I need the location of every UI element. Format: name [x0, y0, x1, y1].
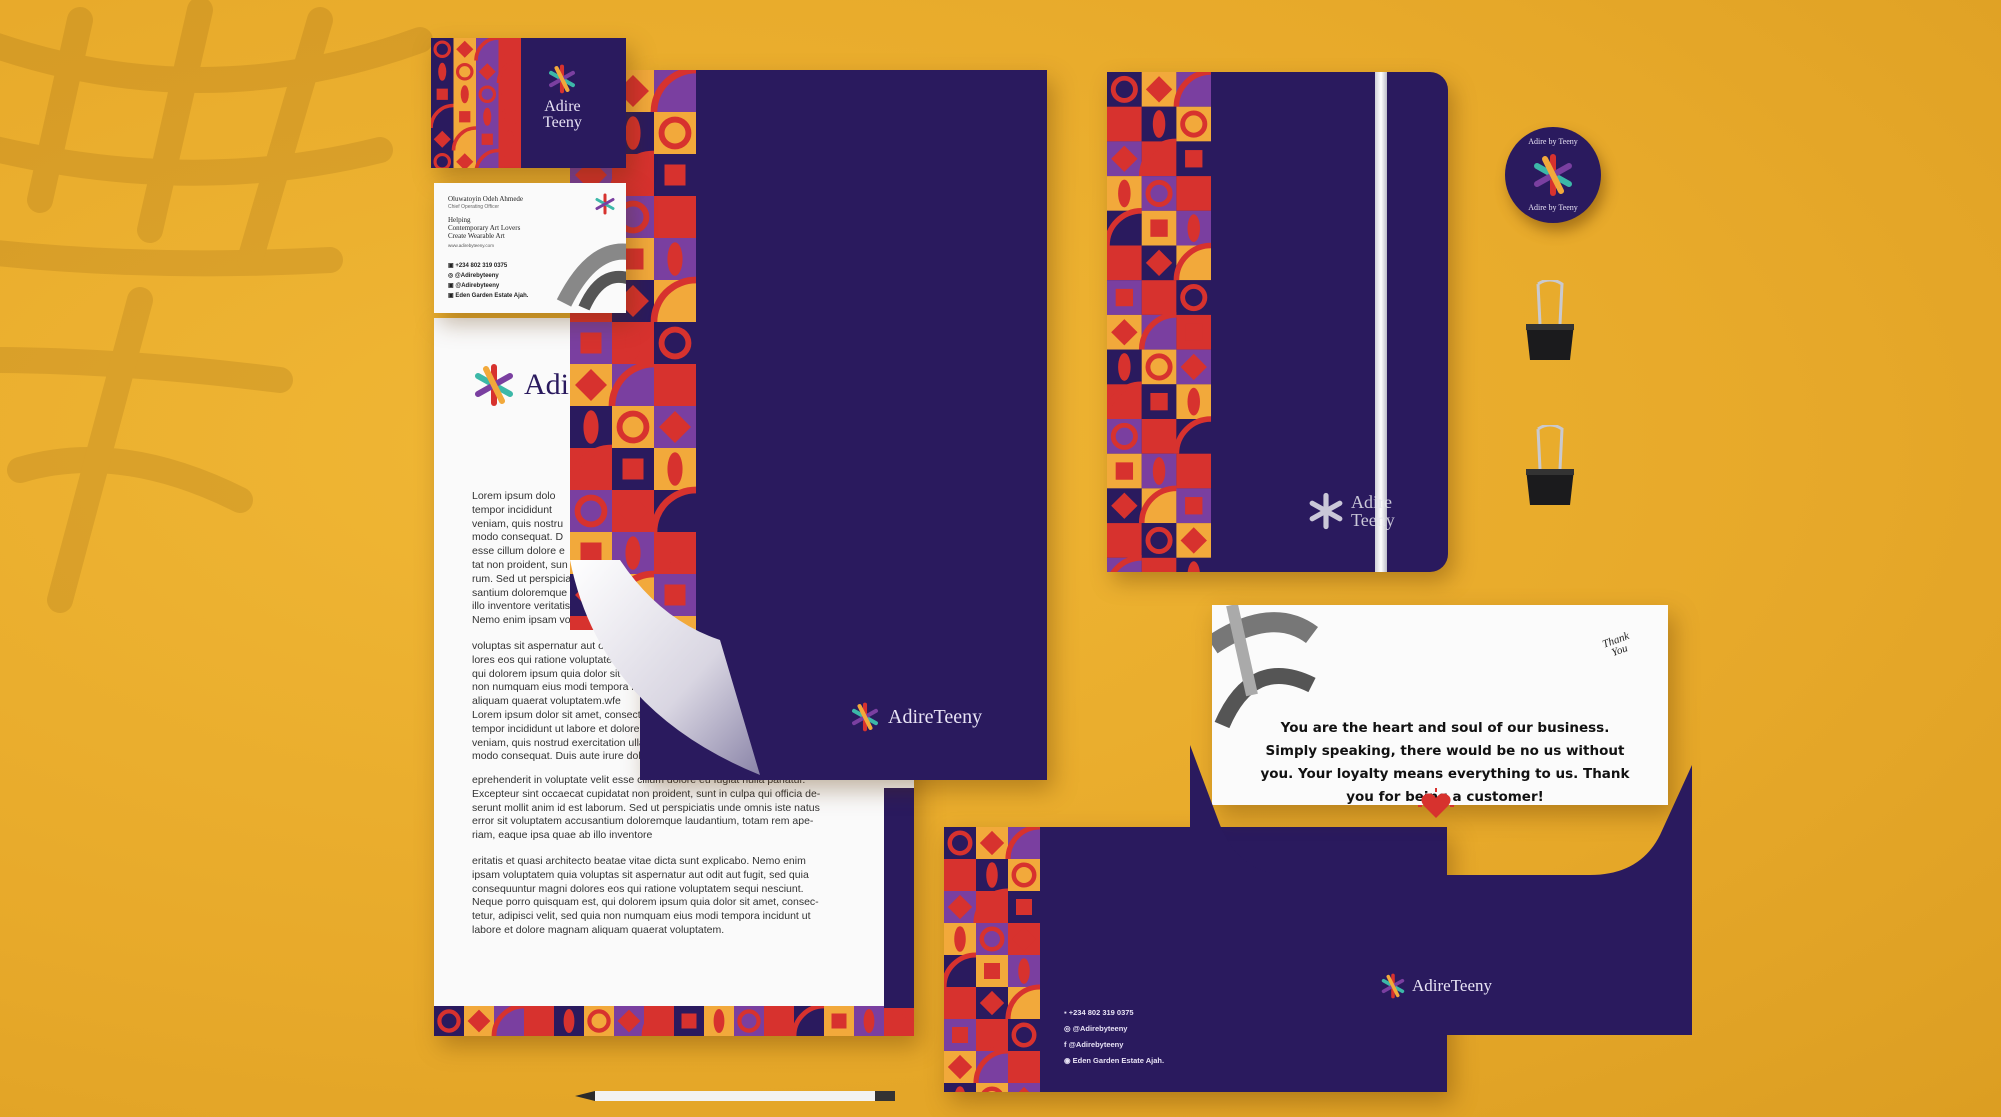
brand-star-icon [475, 364, 513, 406]
card-logo-line1: Adire [544, 98, 581, 115]
card-pattern [431, 38, 521, 168]
location-icon: ◉ [1064, 1056, 1073, 1065]
ribbon-graphic [1212, 605, 1318, 729]
card-address-text: Eden Garden Estate Ajah. [455, 293, 529, 299]
envelope-address: ◉ Eden Garden Estate Ajah. [1064, 1053, 1164, 1069]
star-icon [1309, 492, 1343, 530]
card-phone: ▣ +234 802 319 0375 [448, 261, 528, 271]
notebook-logo: Adire Teeny [1307, 492, 1395, 530]
card-contact-list: ▣ +234 802 319 0375 ◎ @Adirebyteeny ▣ @A… [448, 261, 528, 301]
card-phone-text: +234 802 319 0375 [455, 263, 508, 269]
folder-logo-text: AdireTeeny [888, 705, 983, 728]
business-card-back: Oluwatoyin Odeh Ahmede Chief Operating O… [434, 183, 626, 313]
heart-icon [1418, 788, 1454, 818]
card-person-name: Oluwatoyin Odeh Ahmede [448, 195, 524, 203]
letterhead-right-pattern [884, 788, 914, 1008]
card-facebook-text: @Adirebyteeny [455, 283, 500, 289]
folder-logo: AdireTeeny [850, 702, 982, 732]
envelope-instagram-text: @Adirebyteeny [1072, 1024, 1128, 1033]
envelope-phone: ▪ +234 802 319 0375 [1064, 1005, 1164, 1021]
notebook: Adire Teeny [1107, 72, 1448, 572]
card-address: ▣ Eden Garden Estate Ajah. [448, 291, 528, 301]
envelope-facebook: f @Adirebyteeny [1064, 1037, 1164, 1053]
brand-star-icon [1381, 973, 1405, 999]
brand-star-icon [549, 64, 576, 94]
badge-bottom-text: Adire by Teeny [1528, 203, 1578, 212]
ribbon-graphic [556, 243, 626, 311]
brand-star-icon [1534, 154, 1572, 196]
card-facebook: ▣ @Adirebyteeny [448, 281, 528, 291]
notebook-logo-line2: Teeny [1351, 510, 1395, 530]
small-envelope-pattern [944, 827, 1040, 1092]
brand-star-icon [852, 702, 878, 732]
notebook-logo-line1: Adire [1351, 492, 1392, 512]
instagram-icon: ◎ [1064, 1024, 1073, 1033]
instagram-icon: ◎ [448, 273, 455, 279]
brand-star-icon [595, 193, 615, 215]
envelope-phone-text: +234 802 319 0375 [1068, 1008, 1134, 1017]
binder-clip-2 [1526, 425, 1574, 505]
badge-top-text: Adire by Teeny [1528, 137, 1578, 146]
card-instagram: ◎ @Adirebyteeny [448, 271, 528, 281]
page-curl [570, 560, 760, 775]
pencil [575, 1091, 895, 1101]
binder-clip-1 [1526, 280, 1574, 360]
business-card-front: Adire Teeny [431, 38, 626, 168]
letterhead-paragraph-4: eritatis et quasi architecto beatae vita… [472, 855, 819, 936]
letterhead-bottom-pattern [434, 1006, 914, 1036]
envelope-contact-list: ▪ +234 802 319 0375 ◎ @Adirebyteeny f @A… [1064, 1005, 1164, 1069]
envelope-facebook-text: @Adirebyteeny [1068, 1040, 1124, 1049]
card-instagram-text: @Adirebyteeny [454, 273, 499, 279]
card-person-title: Chief Operating Officer [448, 204, 500, 210]
thank-you-stamp: Thank You [1600, 630, 1631, 660]
notebook-logo-text: Adire Teeny [1351, 493, 1395, 529]
envelope-address-text: Eden Garden Estate Ajah. [1072, 1056, 1165, 1065]
card-tagline: Helping Contemporary Art Lovers Create W… [448, 216, 521, 240]
card-logo: Adire Teeny [543, 64, 582, 131]
notebook-pattern [1107, 72, 1211, 572]
letterhead-logo: Adi [472, 363, 569, 407]
card-logo-line2: Teeny [543, 114, 582, 131]
letterhead-logo-text: Adi [524, 368, 569, 401]
envelope-logo: AdireTeeny [1380, 973, 1492, 999]
envelope-logo-text: AdireTeeny [1412, 976, 1492, 995]
envelope-instagram: ◎ @Adirebyteeny [1064, 1021, 1164, 1037]
card-url: www.adirebyteeny.com [448, 243, 494, 248]
pin-badge: Adire by Teeny Adire by Teeny [1505, 127, 1601, 223]
